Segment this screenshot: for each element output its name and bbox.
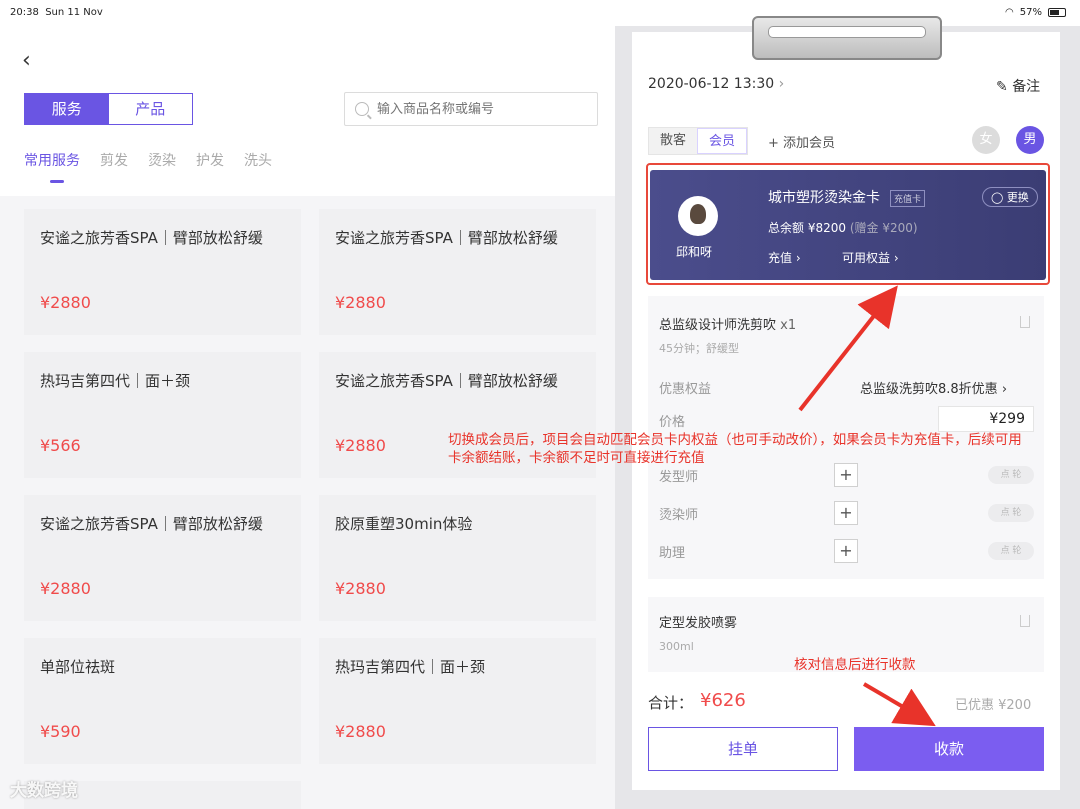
annotation-arrows (798, 285, 936, 727)
arrow-to-pay (862, 682, 936, 727)
watermark: 大数跨境 (10, 781, 78, 801)
arrow-to-card (798, 285, 898, 412)
